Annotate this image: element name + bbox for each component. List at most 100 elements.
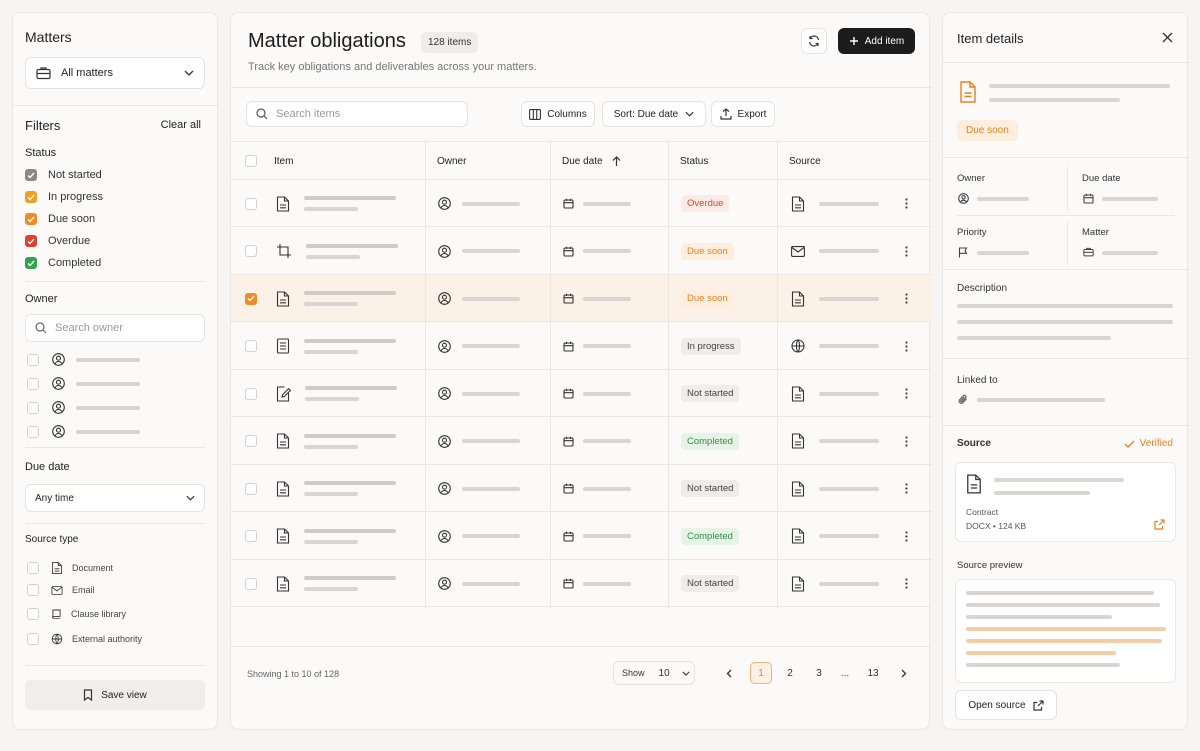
item-subtitle-placeholder [305, 397, 359, 401]
table-row[interactable]: Not started [231, 465, 931, 512]
checked-checkbox[interactable] [245, 292, 257, 305]
row-checkbox[interactable] [245, 418, 257, 465]
columns-button[interactable]: Columns [521, 101, 595, 127]
page-button[interactable]: 3 [808, 662, 830, 684]
table-row[interactable]: In progress [231, 323, 931, 370]
owner-filter-option[interactable] [27, 377, 140, 390]
status-filter-option[interactable]: Not started [25, 169, 102, 181]
priority-placeholder [977, 251, 1029, 255]
table-row[interactable]: Completed [231, 418, 931, 465]
column-header-item[interactable]: Item [274, 142, 293, 180]
source-cell [791, 180, 879, 227]
row-checkbox[interactable] [245, 275, 257, 322]
checked-checkbox[interactable] [25, 235, 37, 247]
column-header-owner[interactable]: Owner [437, 142, 466, 180]
row-more-button[interactable] [905, 513, 908, 560]
sort-button[interactable]: Sort: Due date [602, 101, 706, 127]
column-header-due-date[interactable]: Due date [562, 142, 621, 180]
checkbox[interactable] [27, 608, 39, 620]
external-link-icon[interactable] [1154, 519, 1165, 530]
owner-filter-option[interactable] [27, 401, 140, 414]
page-button[interactable]: 1 [750, 662, 772, 684]
clear-all-button[interactable]: Clear all [161, 119, 201, 131]
open-source-button[interactable]: Open source [955, 690, 1057, 720]
column-header-status[interactable]: Status [680, 142, 708, 180]
checkbox[interactable] [245, 482, 257, 495]
export-button[interactable]: Export [711, 101, 775, 127]
row-checkbox[interactable] [245, 228, 257, 275]
checkbox[interactable] [27, 562, 39, 574]
checked-checkbox[interactable] [25, 213, 37, 225]
row-checkbox[interactable] [245, 370, 257, 417]
due-date-select[interactable]: Any time [25, 484, 205, 512]
save-view-button[interactable]: Save view [25, 680, 205, 710]
row-more-button[interactable] [905, 323, 908, 370]
owner-cell [438, 560, 520, 607]
table-row[interactable]: Due soon [231, 228, 931, 275]
source-type-label: Document [72, 563, 114, 573]
checkbox[interactable] [27, 377, 39, 390]
add-item-button[interactable]: Add item [838, 28, 915, 54]
owner-filter-option[interactable] [27, 353, 140, 366]
checkbox[interactable] [27, 584, 39, 596]
row-more-button[interactable] [905, 465, 908, 512]
table-row[interactable]: Overdue [231, 180, 931, 227]
status-filter-option[interactable]: In progress [25, 191, 103, 203]
source-type-option[interactable]: External authority [27, 632, 142, 646]
row-more-button[interactable] [905, 275, 908, 322]
page-button[interactable]: 2 [779, 662, 801, 684]
row-checkbox[interactable] [245, 323, 257, 370]
checkbox[interactable] [245, 340, 257, 352]
source-type-option[interactable]: Email [27, 584, 95, 596]
owner-filter-option[interactable] [27, 425, 140, 438]
item-search-input[interactable]: Search items [246, 101, 468, 127]
checkbox[interactable] [27, 425, 39, 438]
owner-search-input[interactable]: Search owner [25, 314, 205, 342]
row-more-button[interactable] [905, 370, 908, 417]
verified-badge: Verified [1124, 438, 1173, 449]
row-more-button[interactable] [905, 560, 908, 607]
row-more-button[interactable] [905, 180, 908, 227]
checkbox[interactable] [27, 353, 39, 366]
next-page-button[interactable] [893, 662, 915, 684]
checked-checkbox[interactable] [25, 257, 37, 269]
source-type-option[interactable]: Document [27, 560, 113, 576]
prev-page-button[interactable] [718, 662, 740, 684]
checked-checkbox[interactable] [25, 191, 37, 203]
row-checkbox[interactable] [245, 180, 257, 227]
table-row[interactable]: Completed [231, 513, 931, 560]
checkbox[interactable] [245, 197, 257, 210]
checkbox[interactable] [245, 435, 257, 447]
due-date-placeholder [583, 534, 631, 538]
source-type-option[interactable]: Clause library [27, 608, 126, 620]
source-card[interactable]: Contract DOCX • 124 KB [955, 462, 1176, 542]
matters-select[interactable]: All matters [25, 57, 205, 89]
row-checkbox[interactable] [245, 560, 257, 607]
row-more-button[interactable] [905, 418, 908, 465]
checkbox[interactable] [245, 577, 257, 590]
row-checkbox[interactable] [245, 465, 257, 512]
page-button[interactable]: 13 [862, 662, 884, 684]
refresh-button[interactable] [801, 28, 827, 54]
page-size-select[interactable]: Show 10 [613, 661, 695, 685]
table-row[interactable]: Not started [231, 560, 931, 607]
select-all-checkbox[interactable] [245, 142, 257, 180]
checkbox[interactable] [245, 387, 257, 400]
close-details-button[interactable] [1162, 30, 1173, 44]
linked-item-placeholder[interactable] [977, 398, 1105, 402]
status-filter-option[interactable]: Completed [25, 257, 101, 269]
column-header-source[interactable]: Source [789, 142, 821, 180]
row-checkbox[interactable] [245, 513, 257, 560]
row-more-button[interactable] [905, 228, 908, 275]
checkbox[interactable] [245, 530, 257, 542]
table-row[interactable]: Due soon [231, 275, 931, 322]
checkbox[interactable] [245, 245, 257, 257]
checkbox[interactable] [27, 401, 39, 414]
status-filter-option[interactable]: Due soon [25, 213, 95, 225]
checked-checkbox[interactable] [25, 169, 37, 181]
checkbox[interactable] [27, 633, 39, 645]
due-date-placeholder [583, 439, 631, 443]
table-row[interactable]: Not started [231, 370, 931, 417]
status-filter-option[interactable]: Overdue [25, 235, 90, 247]
status-badge: Completed [681, 432, 739, 450]
